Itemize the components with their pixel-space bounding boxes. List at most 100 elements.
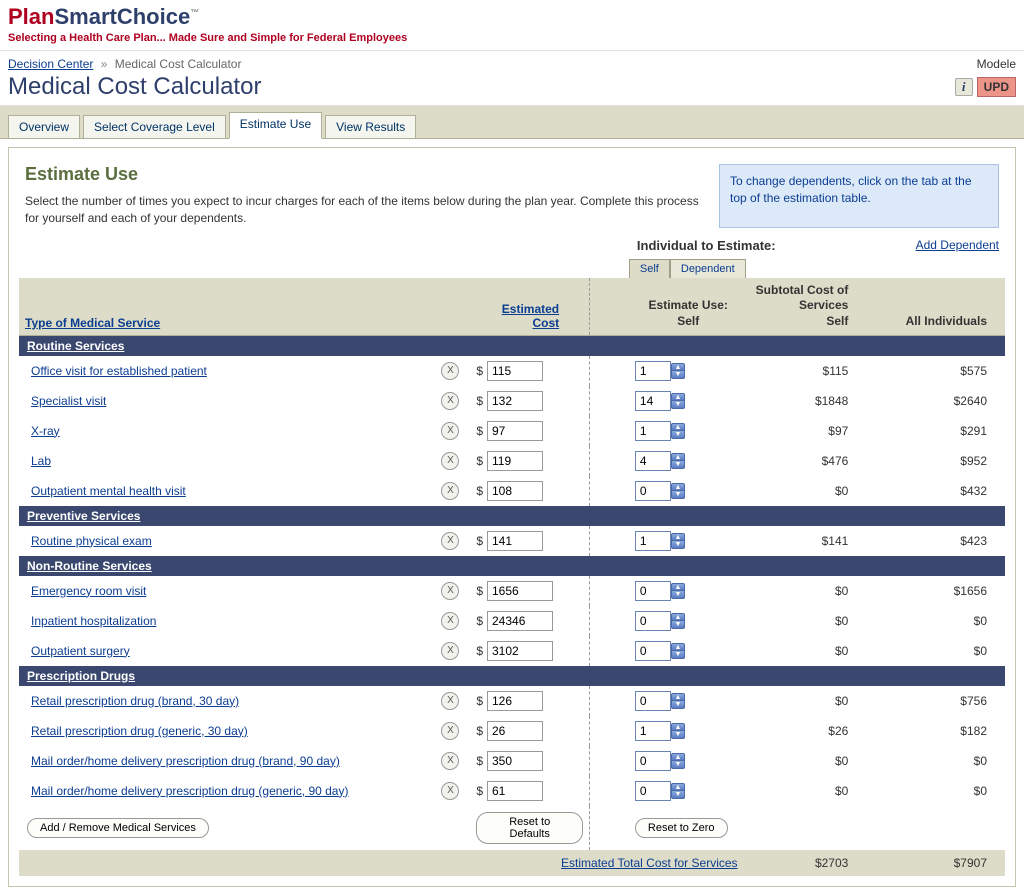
add-dependent-link[interactable]: Add Dependent <box>916 238 999 252</box>
use-input[interactable] <box>635 391 671 411</box>
use-input[interactable] <box>635 421 671 441</box>
cost-input[interactable] <box>487 691 543 711</box>
remove-row-button[interactable]: X <box>441 642 459 660</box>
cost-input[interactable] <box>487 361 543 381</box>
stepper-up-icon[interactable]: ▲ <box>671 483 685 491</box>
reset-zero-button[interactable]: Reset to Zero <box>635 818 728 838</box>
remove-row-button[interactable]: X <box>441 612 459 630</box>
remove-row-button[interactable]: X <box>441 452 459 470</box>
stepper-up-icon[interactable]: ▲ <box>671 783 685 791</box>
service-link[interactable]: X-ray <box>31 424 60 438</box>
service-link[interactable]: Office visit for established patient <box>31 364 207 378</box>
cost-input[interactable] <box>487 421 543 441</box>
stepper-up-icon[interactable]: ▲ <box>671 753 685 761</box>
use-input[interactable] <box>635 481 671 501</box>
use-input[interactable] <box>635 531 671 551</box>
stepper-down-icon[interactable]: ▼ <box>671 651 685 659</box>
cost-input[interactable] <box>487 781 543 801</box>
stepper-up-icon[interactable]: ▲ <box>671 533 685 541</box>
remove-row-button[interactable]: X <box>441 532 459 550</box>
service-link[interactable]: Retail prescription drug (brand, 30 day) <box>31 694 239 708</box>
cost-input[interactable] <box>487 451 543 471</box>
table-row: Office visit for established patient X $… <box>19 356 1005 386</box>
use-input[interactable] <box>635 781 671 801</box>
stepper-down-icon[interactable]: ▼ <box>671 461 685 469</box>
cost-input[interactable] <box>487 531 543 551</box>
tab-estimate-use[interactable]: Estimate Use <box>229 112 322 139</box>
col-estimated-cost[interactable]: Estimated Cost <box>502 302 559 330</box>
table-row: Retail prescription drug (brand, 30 day)… <box>19 686 1005 716</box>
info-icon[interactable]: i <box>955 78 973 96</box>
stepper-down-icon[interactable]: ▼ <box>671 791 685 799</box>
tab-view-results[interactable]: View Results <box>325 115 416 138</box>
remove-row-button[interactable]: X <box>441 582 459 600</box>
remove-row-button[interactable]: X <box>441 692 459 710</box>
inner-tab-self[interactable]: Self <box>629 259 670 278</box>
service-link[interactable]: Mail order/home delivery prescription dr… <box>31 754 340 768</box>
stepper-up-icon[interactable]: ▲ <box>671 453 685 461</box>
service-link[interactable]: Lab <box>31 454 51 468</box>
add-remove-services-button[interactable]: Add / Remove Medical Services <box>27 818 209 838</box>
stepper-down-icon[interactable]: ▼ <box>671 541 685 549</box>
cost-input[interactable] <box>487 481 543 501</box>
use-input[interactable] <box>635 641 671 661</box>
use-input[interactable] <box>635 581 671 601</box>
subtotal-self: $26 <box>748 716 867 746</box>
service-link[interactable]: Retail prescription drug (generic, 30 da… <box>31 724 248 738</box>
cost-input[interactable] <box>487 751 543 771</box>
service-link[interactable]: Outpatient mental health visit <box>31 484 186 498</box>
stepper-up-icon[interactable]: ▲ <box>671 693 685 701</box>
service-link[interactable]: Specialist visit <box>31 394 106 408</box>
use-input[interactable] <box>635 361 671 381</box>
stepper-down-icon[interactable]: ▼ <box>671 701 685 709</box>
remove-row-button[interactable]: X <box>441 422 459 440</box>
remove-row-button[interactable]: X <box>441 482 459 500</box>
use-input[interactable] <box>635 721 671 741</box>
update-button[interactable]: UPD <box>977 77 1016 97</box>
remove-row-button[interactable]: X <box>441 362 459 380</box>
tab-select-coverage[interactable]: Select Coverage Level <box>83 115 226 138</box>
stepper-down-icon[interactable]: ▼ <box>671 371 685 379</box>
tab-overview[interactable]: Overview <box>8 115 80 138</box>
estimated-total-link[interactable]: Estimated Total Cost for Services <box>561 856 738 870</box>
stepper-up-icon[interactable]: ▲ <box>671 613 685 621</box>
reset-defaults-button[interactable]: Reset to Defaults <box>476 812 583 844</box>
cost-input[interactable] <box>487 721 543 741</box>
stepper-down-icon[interactable]: ▼ <box>671 621 685 629</box>
use-input[interactable] <box>635 611 671 631</box>
use-input[interactable] <box>635 691 671 711</box>
col-estimate-use-self: Self <box>677 314 699 328</box>
service-link[interactable]: Mail order/home delivery prescription dr… <box>31 784 348 798</box>
stepper-down-icon[interactable]: ▼ <box>671 401 685 409</box>
stepper-down-icon[interactable]: ▼ <box>671 761 685 769</box>
inner-tab-dependent[interactable]: Dependent <box>670 259 746 278</box>
stepper-down-icon[interactable]: ▼ <box>671 431 685 439</box>
col-estimate-use: Estimate Use: <box>649 298 728 312</box>
stepper-up-icon[interactable]: ▲ <box>671 583 685 591</box>
cost-input[interactable] <box>487 641 553 661</box>
table-row: Mail order/home delivery prescription dr… <box>19 746 1005 776</box>
stepper-down-icon[interactable]: ▼ <box>671 591 685 599</box>
stepper-up-icon[interactable]: ▲ <box>671 643 685 651</box>
remove-row-button[interactable]: X <box>441 392 459 410</box>
stepper-up-icon[interactable]: ▲ <box>671 393 685 401</box>
use-input[interactable] <box>635 451 671 471</box>
stepper-up-icon[interactable]: ▲ <box>671 423 685 431</box>
cost-input[interactable] <box>487 581 553 601</box>
cost-input[interactable] <box>487 611 553 631</box>
stepper-up-icon[interactable]: ▲ <box>671 723 685 731</box>
col-type-of-service[interactable]: Type of Medical Service <box>25 316 160 330</box>
breadcrumb-decision-center[interactable]: Decision Center <box>8 57 93 71</box>
stepper-up-icon[interactable]: ▲ <box>671 363 685 371</box>
service-link[interactable]: Routine physical exam <box>31 534 152 548</box>
stepper-down-icon[interactable]: ▼ <box>671 731 685 739</box>
remove-row-button[interactable]: X <box>441 722 459 740</box>
service-link[interactable]: Inpatient hospitalization <box>31 614 156 628</box>
stepper-down-icon[interactable]: ▼ <box>671 491 685 499</box>
service-link[interactable]: Outpatient surgery <box>31 644 130 658</box>
remove-row-button[interactable]: X <box>441 752 459 770</box>
remove-row-button[interactable]: X <box>441 782 459 800</box>
service-link[interactable]: Emergency room visit <box>31 584 146 598</box>
use-input[interactable] <box>635 751 671 771</box>
cost-input[interactable] <box>487 391 543 411</box>
